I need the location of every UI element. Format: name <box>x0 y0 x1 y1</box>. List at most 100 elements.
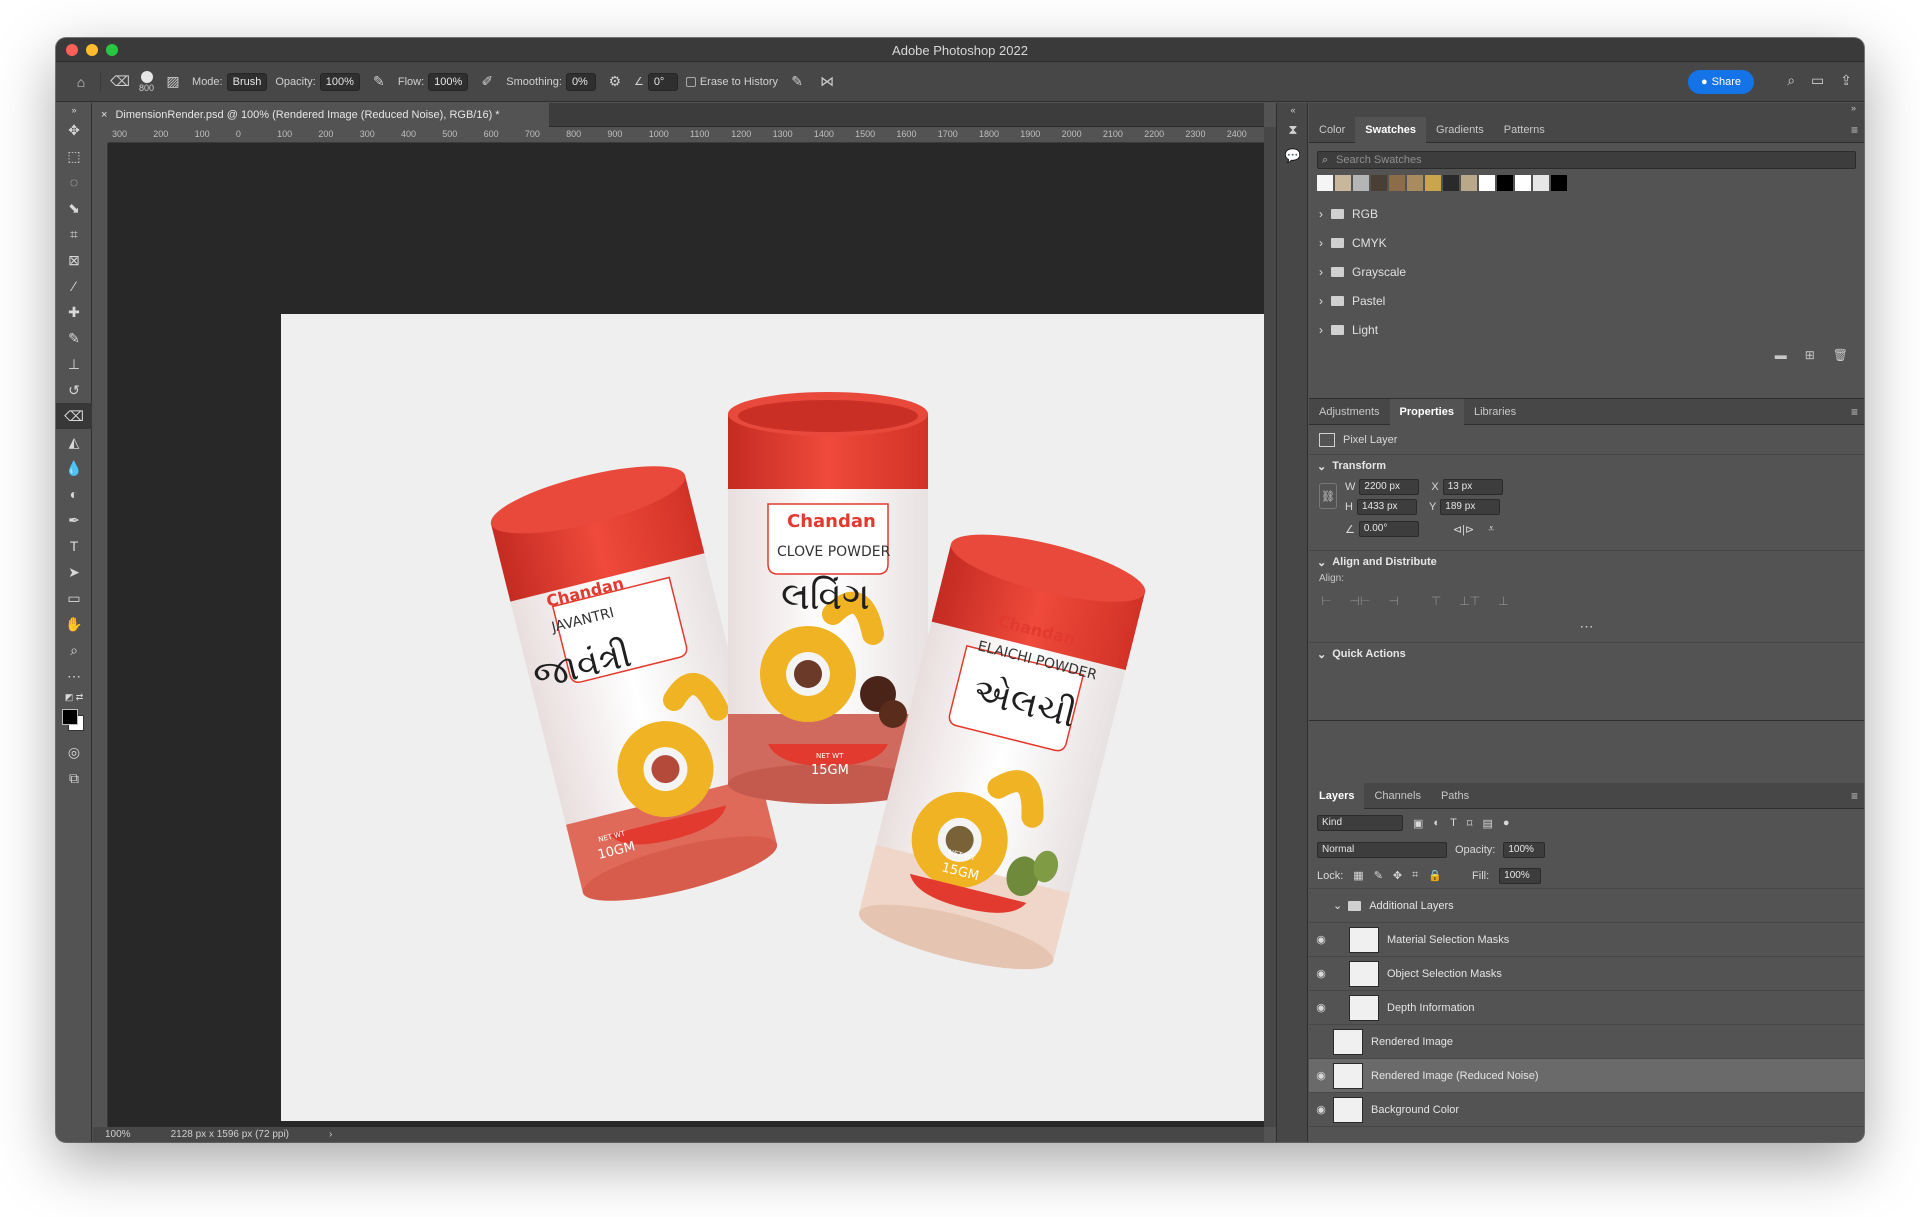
brush-size-picker[interactable]: 800 <box>139 70 154 93</box>
search-swatches-input[interactable]: ⌕ Search Swatches <box>1317 151 1856 169</box>
history-brush-tool-icon[interactable]: ↺ <box>56 377 92 403</box>
more-options-icon[interactable]: ⋯ <box>1309 618 1864 635</box>
layer-row[interactable]: ◉ Rendered Image (Reduced Noise) <box>1309 1059 1864 1093</box>
swatch-group-pastel[interactable]: › Pastel <box>1309 286 1864 315</box>
filter-adjustment-icon[interactable]: ◐ <box>1433 817 1440 829</box>
erase-to-history-checkbox[interactable] <box>685 76 696 87</box>
align-bottom-icon[interactable]: ⊥ <box>1498 594 1508 608</box>
visibility-eye-icon[interactable]: ◉ <box>1309 1001 1333 1014</box>
collapse-panels-icon[interactable]: » <box>1851 103 1856 113</box>
crop-tool-icon[interactable]: ⌗ <box>56 221 92 247</box>
blur-tool-icon[interactable]: 💧 <box>56 455 92 481</box>
layer-row[interactable]: ◉ Material Selection Masks <box>1309 923 1864 957</box>
panel-menu-icon[interactable]: ≡ <box>1851 789 1858 803</box>
airbrush-icon[interactable]: ✐ <box>476 71 498 93</box>
search-icon[interactable]: ⌕ <box>1787 72 1795 89</box>
lock-transparent-icon[interactable]: ▦ <box>1353 869 1363 882</box>
lock-artboard-icon[interactable]: ⌗ <box>1412 869 1418 882</box>
tab-swatches[interactable]: Swatches <box>1355 116 1427 143</box>
tab-paths[interactable]: Paths <box>1431 783 1479 809</box>
swatch-color[interactable] <box>1335 175 1351 191</box>
export-icon[interactable]: ⇪ <box>1840 72 1852 89</box>
layer-row[interactable]: ◉ Background Color <box>1309 1093 1864 1127</box>
layer-row[interactable]: ⌄ Additional Layers <box>1309 889 1864 923</box>
move-tool-icon[interactable]: ✥ <box>56 117 92 143</box>
lock-pixels-icon[interactable]: ✎ <box>1374 869 1383 882</box>
swatch-color[interactable] <box>1389 175 1405 191</box>
dodge-tool-icon[interactable]: ◐ <box>56 481 92 507</box>
width-input[interactable]: 2200 px <box>1359 479 1420 495</box>
filter-smart-object-icon[interactable]: ▤ <box>1482 817 1492 830</box>
tab-properties[interactable]: Properties <box>1389 398 1464 425</box>
align-section-header[interactable]: ⌄ Align and Distribute <box>1309 551 1864 573</box>
y-input[interactable]: 189 px <box>1440 499 1501 515</box>
tab-patterns[interactable]: Patterns <box>1494 117 1555 143</box>
transform-section-header[interactable]: ⌄ Transform <box>1309 455 1864 477</box>
pen-tool-icon[interactable]: ✒ <box>56 507 92 533</box>
color-swatches-fg-bg[interactable] <box>56 705 92 739</box>
panel-menu-icon[interactable]: ≡ <box>1851 123 1858 137</box>
height-input[interactable]: 1433 px <box>1356 499 1417 515</box>
lock-all-icon[interactable]: 🔒 <box>1428 869 1442 882</box>
home-icon[interactable]: ⌂ <box>70 71 92 93</box>
canvas-area[interactable]: Chandan JAVANTRI જાવંત્રી NET WT 10GM Ch… <box>108 143 1264 1135</box>
brush-tool-icon[interactable]: ✎ <box>56 325 92 351</box>
brush-settings-icon[interactable]: ▨ <box>162 71 184 93</box>
pressure-opacity-icon[interactable]: ✎ <box>368 71 390 93</box>
layer-filter-kind-select[interactable]: Kind <box>1317 815 1403 831</box>
mode-select[interactable]: Brush <box>226 72 268 91</box>
visibility-eye-icon[interactable]: ◉ <box>1309 1103 1333 1116</box>
smoothing-options-gear-icon[interactable]: ⚙ <box>604 71 626 93</box>
layer-row[interactable]: ◉ Depth Information <box>1309 991 1864 1025</box>
healing-brush-tool-icon[interactable]: ✚ <box>56 299 92 325</box>
align-left-icon[interactable]: ⊢ <box>1321 594 1331 608</box>
swatch-color[interactable] <box>1515 175 1531 191</box>
angle-input[interactable]: 0° <box>647 72 678 91</box>
eyedropper-tool-icon[interactable]: ⁄ <box>56 273 92 299</box>
eraser-tool-icon[interactable]: ⌫ <box>56 403 92 429</box>
filter-type-icon[interactable]: T <box>1450 817 1457 829</box>
visibility-eye-icon[interactable]: ◉ <box>1309 1069 1333 1082</box>
swatch-color[interactable] <box>1497 175 1513 191</box>
swatch-color[interactable] <box>1461 175 1477 191</box>
type-tool-icon[interactable]: T <box>56 533 92 559</box>
flip-vertical-icon[interactable]: ⩡ <box>1488 523 1494 536</box>
layer-fill-input[interactable]: 100% <box>1499 867 1542 884</box>
layer-opacity-input[interactable]: 100% <box>1503 842 1546 858</box>
delete-swatch-icon[interactable]: 🗑 <box>1833 348 1848 362</box>
screen-mode-icon[interactable]: ⧉ <box>56 765 92 791</box>
object-selection-tool-icon[interactable]: ⬊ <box>56 195 92 221</box>
align-top-icon[interactable]: ⊤ <box>1431 594 1441 608</box>
canvas-vertical-scrollbar[interactable] <box>1264 127 1276 1127</box>
filter-shape-icon[interactable]: ⌑ <box>1467 817 1473 830</box>
swatch-group-cmyk[interactable]: › CMYK <box>1309 228 1864 257</box>
more-tools-icon[interactable]: ⋯ <box>56 663 92 689</box>
tab-libraries[interactable]: Libraries <box>1464 399 1526 425</box>
swatch-color[interactable] <box>1425 175 1441 191</box>
tab-channels[interactable]: Channels <box>1364 783 1430 809</box>
zoom-level[interactable]: 100% <box>105 1129 131 1140</box>
swatch-group-grayscale[interactable]: › Grayscale <box>1309 257 1864 286</box>
opacity-input[interactable]: 100% <box>319 72 360 91</box>
align-center-h-icon[interactable]: ⊣⊢ <box>1349 594 1370 608</box>
comments-panel-icon[interactable]: 💬 <box>1277 143 1309 169</box>
quick-actions-header[interactable]: ⌄ Quick Actions <box>1309 643 1864 665</box>
smoothing-input[interactable]: 0% <box>565 72 596 91</box>
pressure-size-icon[interactable]: ✎ <box>786 71 808 93</box>
swatch-color[interactable] <box>1317 175 1333 191</box>
new-group-folder-icon[interactable]: ▬ <box>1775 348 1787 362</box>
symmetry-butterfly-icon[interactable]: ⋈ <box>816 71 838 93</box>
swatch-color[interactable] <box>1407 175 1423 191</box>
close-tab-icon[interactable]: × <box>101 109 107 121</box>
flip-horizontal-icon[interactable]: ⊲|⊳ <box>1453 523 1474 536</box>
eraser-tool-preset-icon[interactable]: ⌫ <box>109 71 131 93</box>
swatch-color[interactable] <box>1533 175 1549 191</box>
history-panel-icon[interactable]: ⧗ <box>1277 117 1309 143</box>
layer-row[interactable]: ◉ Object Selection Masks <box>1309 957 1864 991</box>
lasso-tool-icon[interactable]: ◌ <box>56 169 92 195</box>
link-dimensions-icon[interactable]: ⛓ <box>1319 483 1337 509</box>
share-button[interactable]: ● Share <box>1688 70 1754 94</box>
swatch-color[interactable] <box>1479 175 1495 191</box>
swatch-color[interactable] <box>1353 175 1369 191</box>
zoom-tool-icon[interactable]: ⌕ <box>56 637 92 663</box>
